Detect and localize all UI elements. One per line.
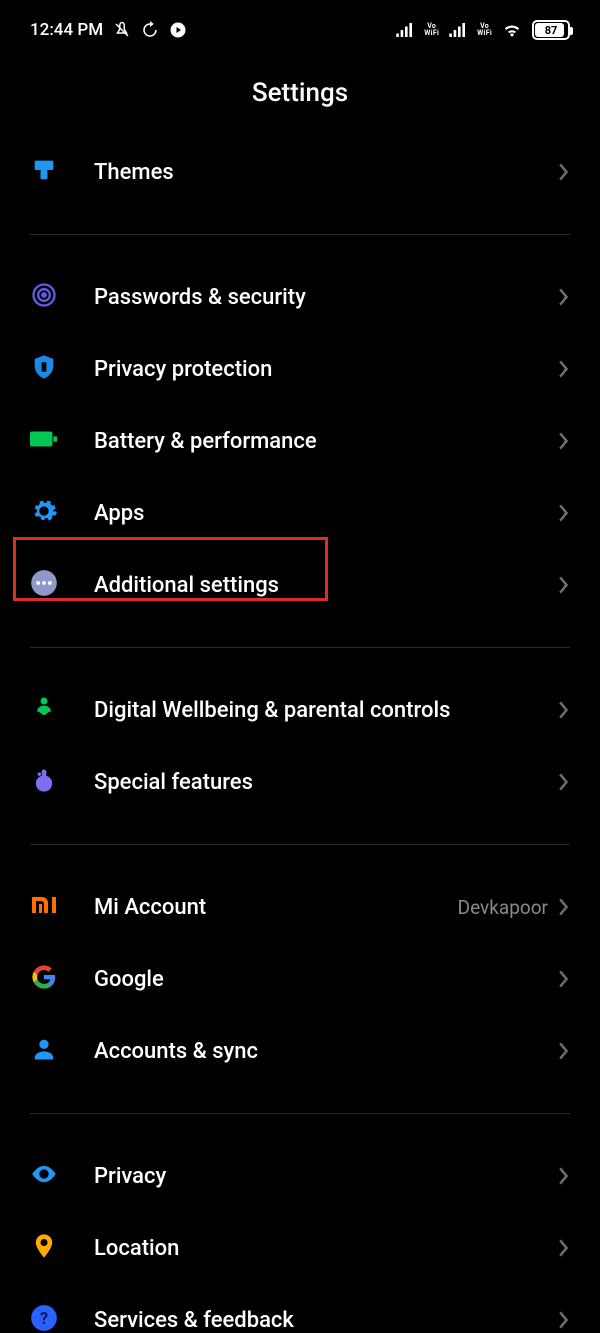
fingerprint-icon: [30, 281, 58, 313]
row-apps[interactable]: Apps: [0, 477, 600, 549]
chevron-right-icon: [558, 1311, 570, 1329]
row-label: Digital Wellbeing & parental controls: [94, 698, 558, 723]
vowifi-2-icon: VoWiFi: [477, 23, 492, 37]
flask-icon: [30, 766, 58, 798]
row-label: Mi Account: [94, 895, 458, 920]
chevron-right-icon: [558, 163, 570, 181]
row-label: Privacy protection: [94, 357, 558, 382]
section-divider: [30, 647, 570, 648]
row-label: Passwords & security: [94, 285, 558, 310]
wifi-icon: [502, 22, 522, 38]
chevron-right-icon: [558, 576, 570, 594]
battery-icon: 87: [532, 20, 570, 40]
more-icon: [30, 569, 58, 601]
signal-1-icon: [396, 23, 414, 37]
chevron-right-icon: [558, 701, 570, 719]
chevron-right-icon: [558, 1042, 570, 1060]
signal-2-icon: [449, 23, 467, 37]
row-label: Additional settings: [94, 573, 558, 598]
row-trailing: Devkapoor: [458, 896, 548, 919]
row-privacy-protection[interactable]: Privacy protection: [0, 333, 600, 405]
row-label: Battery & performance: [94, 429, 558, 454]
chevron-right-icon: [558, 1167, 570, 1185]
status-bar: 12:44 PM VoWiFi VoWiFi 87: [0, 0, 600, 60]
row-label: Themes: [94, 160, 558, 185]
row-battery-performance[interactable]: Battery & performance: [0, 405, 600, 477]
row-digital-wellbeing[interactable]: Digital Wellbeing & parental controls: [0, 674, 600, 746]
person-icon: [30, 1035, 58, 1067]
shield-icon: [30, 353, 58, 385]
chevron-right-icon: [558, 504, 570, 522]
row-special-features[interactable]: Special features: [0, 746, 600, 818]
battery-pct: 87: [545, 24, 558, 37]
svg-text:?: ?: [40, 1309, 48, 1328]
chevron-right-icon: [558, 360, 570, 378]
row-label: Services & feedback: [94, 1308, 558, 1333]
gear-icon: [30, 497, 58, 529]
row-themes[interactable]: Themes: [0, 136, 600, 208]
row-accounts-sync[interactable]: Accounts & sync: [0, 1015, 600, 1087]
chevron-right-icon: [558, 773, 570, 791]
section-divider: [30, 844, 570, 845]
chevron-right-icon: [558, 970, 570, 988]
row-google[interactable]: Google: [0, 943, 600, 1015]
row-location[interactable]: Location: [0, 1212, 600, 1284]
location-pin-icon: [30, 1232, 58, 1264]
eye-icon: [30, 1160, 58, 1192]
chevron-right-icon: [558, 1239, 570, 1257]
vowifi-1-icon: VoWiFi: [424, 23, 439, 37]
row-label: Google: [94, 967, 558, 992]
row-mi-account[interactable]: Mi Account Devkapoor: [0, 871, 600, 943]
wellbeing-icon: [30, 694, 58, 726]
battery-icon: [30, 425, 58, 457]
play-icon: [169, 21, 187, 39]
row-passwords-security[interactable]: Passwords & security: [0, 261, 600, 333]
page-title: Settings: [0, 60, 600, 136]
row-label: Apps: [94, 501, 558, 526]
themes-icon: [30, 156, 58, 188]
status-time: 12:44 PM: [30, 20, 103, 40]
mute-icon: [113, 21, 131, 39]
row-services-feedback[interactable]: ? Services & feedback: [0, 1284, 600, 1333]
mi-logo-icon: [30, 891, 58, 923]
row-label: Accounts & sync: [94, 1039, 558, 1064]
row-additional-settings[interactable]: Additional settings: [0, 549, 600, 621]
row-label: Special features: [94, 770, 558, 795]
settings-list: Themes Passwords & security Privacy prot…: [0, 136, 600, 1333]
google-logo-icon: [30, 963, 58, 995]
chevron-right-icon: [558, 898, 570, 916]
help-icon: ?: [30, 1304, 58, 1333]
row-label: Location: [94, 1236, 558, 1261]
chevron-right-icon: [558, 432, 570, 450]
section-divider: [30, 1113, 570, 1114]
chevron-right-icon: [558, 288, 570, 306]
section-divider: [30, 234, 570, 235]
sync-icon: [141, 21, 159, 39]
row-privacy[interactable]: Privacy: [0, 1140, 600, 1212]
row-label: Privacy: [94, 1164, 558, 1189]
